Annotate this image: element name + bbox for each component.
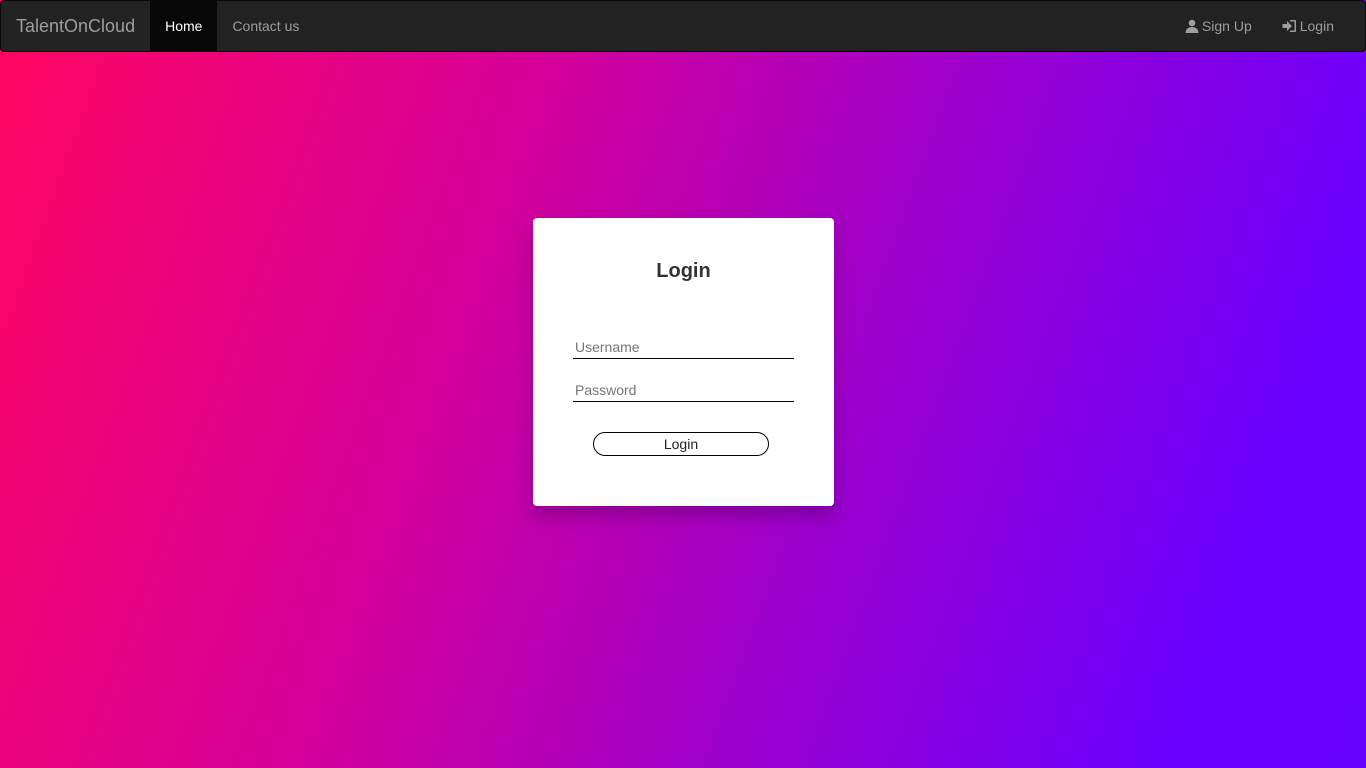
nav-sign-up[interactable]: Sign Up [1170,1,1267,51]
username-input[interactable] [573,335,794,359]
nav-contact-us[interactable]: Contact us [217,1,314,51]
log-in-icon [1282,19,1297,33]
nav-login-label: Login [1299,18,1334,34]
nav-sign-up-label: Sign Up [1201,18,1252,34]
navbar-right-group: Sign Up Login [1170,1,1365,51]
brand-logo[interactable]: TalentOnCloud [1,1,150,51]
nav-login[interactable]: Login [1267,1,1349,51]
nav-home[interactable]: Home [150,1,218,51]
user-icon [1185,19,1199,33]
password-input[interactable] [573,378,794,402]
top-navbar: TalentOnCloud Home Contact us Sign Up Lo… [0,0,1366,52]
login-button[interactable]: Login [593,432,769,456]
login-title: Login [656,260,711,282]
login-card: Login Login [533,218,834,506]
